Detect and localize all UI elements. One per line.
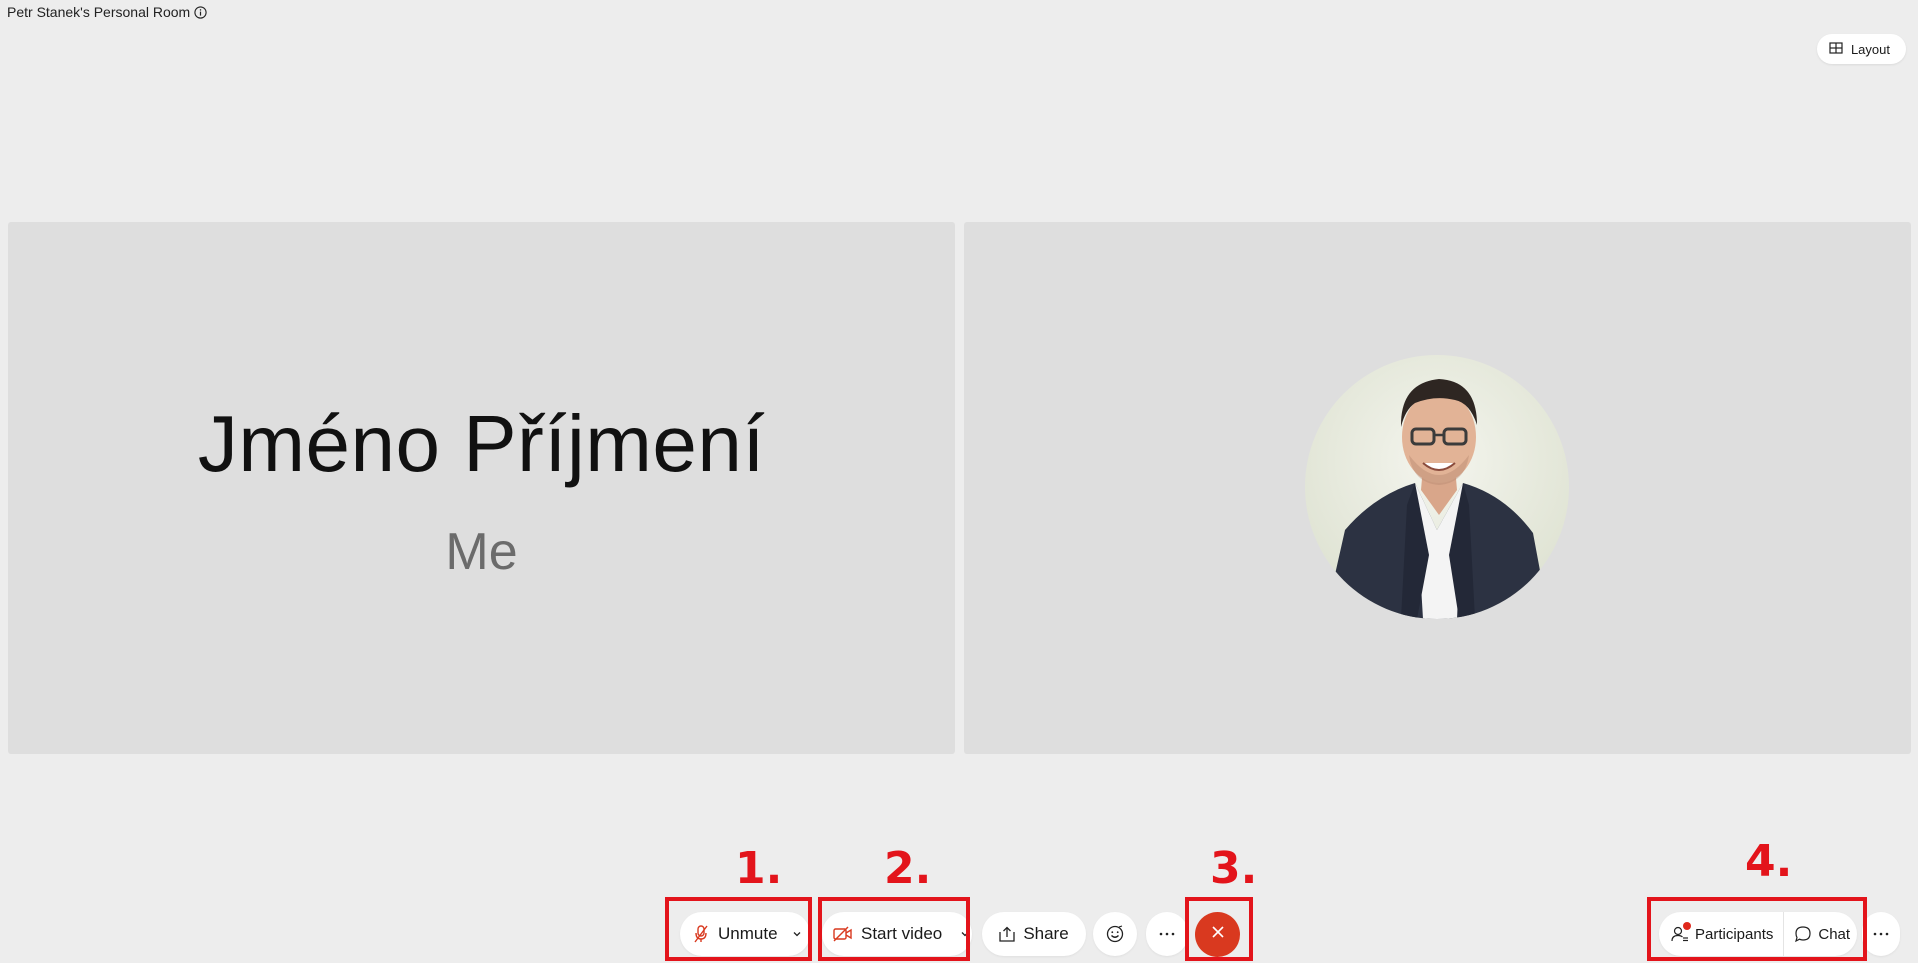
self-label: Me (445, 523, 518, 581)
room-title-text: Petr Stanek's Personal Room (7, 4, 191, 20)
layout-label: Layout (1850, 41, 1890, 57)
annotation-label-3: 3. (1210, 843, 1258, 894)
annotation-label-4: 4. (1745, 836, 1793, 887)
reactions-button[interactable] (1093, 912, 1137, 956)
side-more-button[interactable] (1862, 912, 1900, 956)
layout-button[interactable]: Layout (1816, 34, 1906, 64)
meeting-window: Petr Stanek's Personal Room Layout Jméno… (0, 0, 1918, 963)
annotation-label-1: 1. (735, 843, 783, 894)
participant-name: Jméno Příjmení (197, 399, 766, 488)
remote-video-tile (964, 222, 1911, 754)
more-options-button[interactable] (1146, 912, 1188, 956)
grid-icon (1829, 41, 1843, 58)
annotation-box-3 (1185, 897, 1253, 961)
ellipsis-icon (1159, 932, 1175, 936)
self-video-tile: Jméno Příjmení Me (8, 222, 955, 754)
avatar (1305, 355, 1569, 619)
annotation-label-2: 2. (884, 843, 932, 894)
annotation-box-4 (1647, 897, 1867, 961)
smiley-icon (1106, 925, 1124, 943)
share-label: Share (1023, 924, 1069, 943)
annotation-box-1 (665, 897, 812, 961)
annotation-box-2 (818, 897, 970, 961)
ellipsis-icon (1873, 932, 1889, 936)
room-title: Petr Stanek's Personal Room (7, 4, 207, 20)
info-icon[interactable] (194, 5, 207, 19)
share-icon (999, 926, 1015, 942)
share-button[interactable]: Share (982, 912, 1086, 956)
